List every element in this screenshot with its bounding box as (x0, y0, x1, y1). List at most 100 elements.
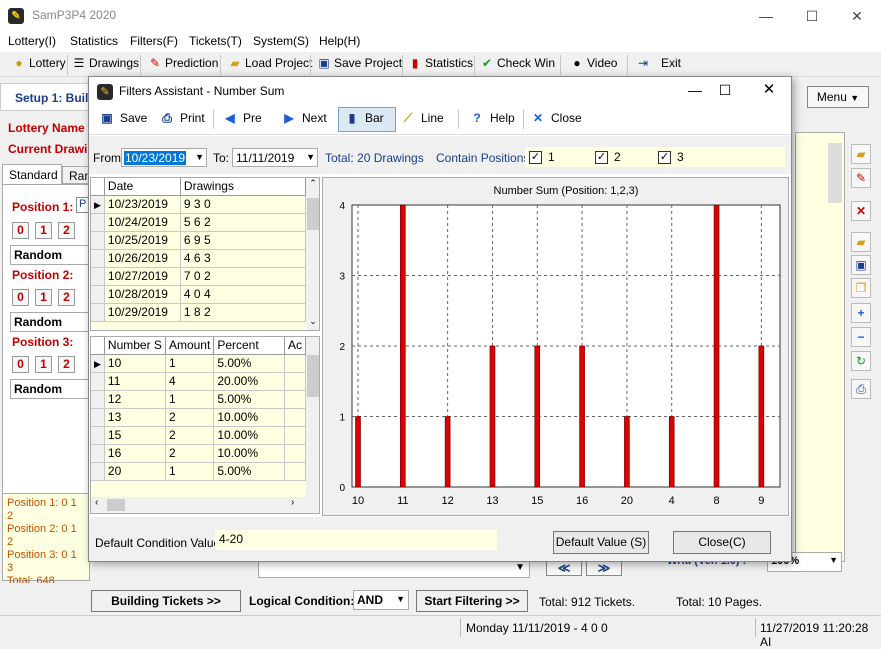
cell-percent[interactable]: 5.00% (213, 462, 285, 481)
cell-percent[interactable]: 10.00% (213, 426, 285, 445)
dialog-line-button[interactable]: ⟋ Line (400, 111, 444, 126)
cell-date[interactable]: 10/25/2019 (104, 231, 181, 250)
scrollbar-thumb[interactable] (307, 355, 319, 397)
cell-drawing[interactable]: 7 0 2 (180, 267, 307, 286)
cell-amount[interactable]: 4 (165, 372, 215, 391)
dialog-pre-button[interactable]: ◀ Pre (222, 111, 261, 125)
pos1-digit-2[interactable]: 2 (58, 222, 75, 239)
cell-date[interactable]: 10/27/2019 (104, 267, 181, 286)
menu-lottery[interactable]: Lottery(I) (8, 34, 56, 48)
table-row[interactable]: 20 1 5.00% (91, 462, 307, 481)
cell-percent[interactable]: 10.00% (213, 408, 285, 427)
pos2-digit-0[interactable]: 0 (12, 289, 29, 306)
table-row[interactable]: 10/25/2019 6 9 5 (91, 231, 307, 250)
table-row[interactable]: 10/27/2019 7 0 2 (91, 267, 307, 286)
scrollbar-thumb[interactable] (107, 499, 125, 511)
scroll-right-icon[interactable]: › (291, 497, 294, 508)
scroll-up-icon[interactable]: ⌃ (306, 178, 319, 192)
cell-ac[interactable] (284, 390, 307, 409)
cell-amount[interactable]: 2 (165, 408, 215, 427)
cell-date[interactable]: 10/24/2019 (104, 213, 181, 232)
contain-position-3-checkbox[interactable]: ✓ 3 (658, 150, 684, 165)
menu-filters[interactable]: Filters(F) (130, 34, 178, 48)
menu-system[interactable]: System(S) (253, 34, 309, 48)
check-win-button[interactable]: ✔ Check Win (480, 56, 555, 74)
cell-amount[interactable]: 2 (165, 444, 215, 463)
pos3-digit-0[interactable]: 0 (12, 356, 29, 373)
pos3-digit-1[interactable]: 1 (35, 356, 52, 373)
save-icon[interactable]: ▣ (851, 255, 871, 275)
cell-number-sum[interactable]: 15 (104, 426, 166, 445)
cell-number-sum[interactable]: 16 (104, 444, 166, 463)
dialog-bar-button[interactable]: ▮ Bar (344, 111, 384, 125)
column-header-number-sum[interactable]: Number S (104, 337, 166, 355)
default-value-button[interactable]: Default Value (S) (553, 531, 649, 554)
cell-date[interactable]: 10/28/2019 (104, 285, 181, 304)
row-selector[interactable] (91, 372, 105, 391)
cell-percent[interactable]: 20.00% (213, 372, 285, 391)
maximize-button[interactable]: ☐ (789, 4, 835, 28)
row-selector[interactable] (91, 408, 105, 427)
row-selector[interactable] (91, 267, 105, 286)
print-icon[interactable]: ⎙ (851, 379, 871, 399)
column-header-drawings[interactable]: Drawings (180, 178, 307, 196)
dialog-save-button[interactable]: ▣ Save (99, 111, 147, 125)
logical-condition-select[interactable]: AND ▼ (353, 590, 409, 610)
refresh-icon[interactable]: ↻ (851, 351, 871, 371)
pos1-digit-1[interactable]: 1 (35, 222, 52, 239)
drawings-scrollbar[interactable]: ⌃ ⌄ (306, 178, 319, 330)
pos1-mode-select[interactable]: Random (10, 245, 90, 265)
row-selector[interactable] (91, 231, 105, 250)
exit-button[interactable]: ⇥ Exit (636, 56, 681, 74)
cell-ac[interactable] (284, 444, 307, 463)
cell-drawing[interactable]: 5 6 2 (180, 213, 307, 232)
forward-button[interactable]: ≫ (586, 560, 622, 576)
row-selector[interactable] (91, 303, 105, 322)
row-selector[interactable] (91, 213, 105, 232)
pos2-digit-2[interactable]: 2 (58, 289, 75, 306)
row-selector[interactable] (91, 285, 105, 304)
tab-random[interactable]: Ran (62, 166, 91, 184)
menu-help[interactable]: Help(H) (319, 34, 360, 48)
dialog-maximize-button[interactable]: ☐ (707, 79, 743, 101)
table-row[interactable]: 13 2 10.00% (91, 408, 307, 427)
cell-ac[interactable] (284, 462, 307, 481)
table-row[interactable]: 16 2 10.00% (91, 444, 307, 463)
start-filtering-button[interactable]: Start Filtering >> (416, 590, 528, 612)
dialog-help-button[interactable]: ? Help (469, 111, 514, 125)
close-button[interactable]: ✕ (834, 4, 880, 28)
load-project-button[interactable]: ▰ Load Project (228, 56, 312, 74)
scrollbar-thumb[interactable] (828, 143, 842, 203)
column-header-amount[interactable]: Amount (165, 337, 215, 355)
cell-percent[interactable]: 10.00% (213, 444, 285, 463)
cell-ac[interactable] (284, 408, 307, 427)
scrollbar-thumb[interactable] (307, 198, 319, 230)
cell-ac[interactable] (284, 354, 307, 373)
clear-icon[interactable]: ✎ (851, 168, 871, 188)
cell-drawing[interactable]: 1 8 2 (180, 303, 307, 322)
cell-drawing[interactable]: 9 3 0 (180, 195, 307, 214)
row-selector[interactable]: ▶ (91, 354, 105, 373)
column-header-ac[interactable]: Ac (284, 337, 307, 355)
row-selector[interactable]: ▶ (91, 195, 105, 214)
table-row[interactable]: 10/24/2019 5 6 2 (91, 213, 307, 232)
cell-amount[interactable]: 2 (165, 426, 215, 445)
table-row[interactable]: 15 2 10.00% (91, 426, 307, 445)
video-button[interactable]: ● Video (570, 56, 617, 74)
copy-icon[interactable]: ❐ (851, 278, 871, 298)
table-row[interactable]: ▶ 10/23/2019 9 3 0 (91, 195, 307, 214)
cell-drawing[interactable]: 6 9 5 (180, 231, 307, 250)
pos2-mode-select[interactable]: Random (10, 312, 90, 332)
dialog-print-button[interactable]: ⎙ Print (159, 111, 205, 126)
menu-dropdown[interactable]: Menu ▼ (807, 86, 869, 108)
cell-number-sum[interactable]: 20 (104, 462, 166, 481)
rewind-button[interactable]: ≪ (546, 560, 582, 576)
save-project-button[interactable]: ▣ Save Project (317, 56, 402, 74)
background-combo[interactable]: ▼ (258, 560, 530, 578)
table-row[interactable]: 10/29/2019 1 8 2 (91, 303, 307, 322)
lottery-button[interactable]: ● Lottery (12, 56, 65, 74)
cell-drawing[interactable]: 4 0 4 (180, 285, 307, 304)
row-selector[interactable] (91, 249, 105, 268)
row-selector[interactable] (91, 390, 105, 409)
scroll-left-icon[interactable]: ‹ (95, 497, 98, 508)
